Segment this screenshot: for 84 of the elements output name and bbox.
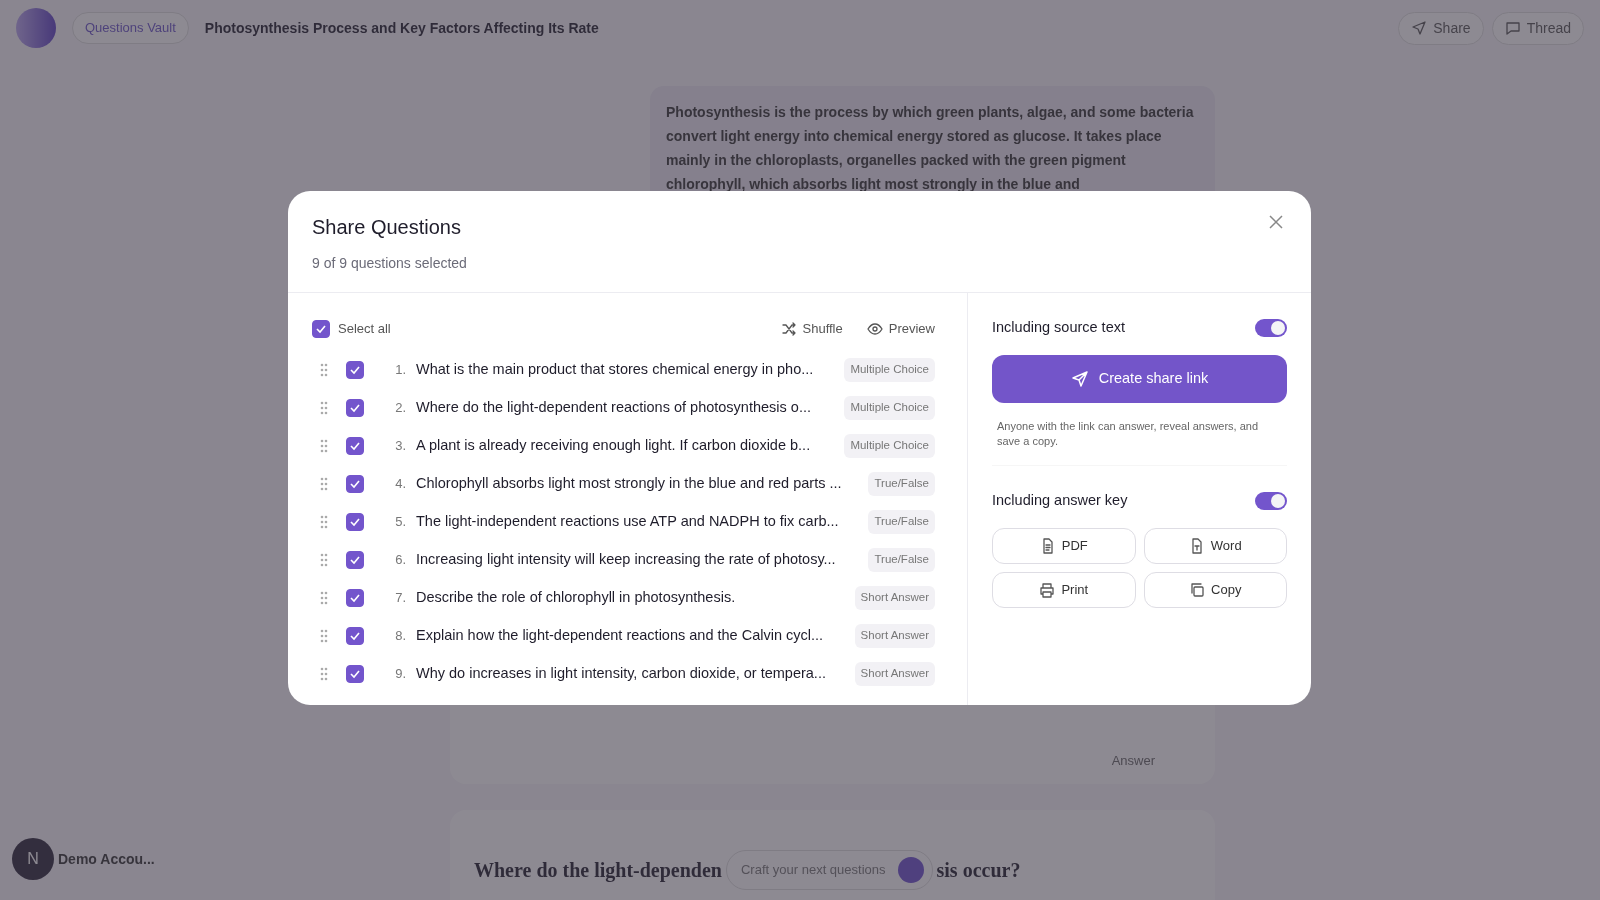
create-share-link-button[interactable]: Create share link <box>992 354 1287 403</box>
question-number: 2. <box>394 399 406 418</box>
checkmark-icon <box>315 323 327 335</box>
thread-button[interactable]: Thread <box>1491 11 1584 45</box>
select-all-label: Select all <box>338 320 391 339</box>
question-type-tag: True/False <box>868 548 935 572</box>
question-text: Explain how the light-dependent reactions and the Calvin cycl... <box>416 626 825 646</box>
print-button[interactable]: Print <box>992 571 1136 608</box>
option-label: Including source text <box>992 318 1125 337</box>
source-text-toggle[interactable] <box>1255 318 1287 337</box>
question-text: Chlorophyll absorbs light most strongly in the blue and red parts ... <box>416 474 843 494</box>
question-checkbox[interactable] <box>346 665 364 683</box>
question-type-tag: True/False <box>868 510 935 534</box>
shuffle-icon <box>780 321 797 337</box>
drag-handle-icon[interactable] <box>320 629 328 643</box>
drag-handle-icon[interactable] <box>320 439 328 453</box>
chat-icon <box>1504 20 1521 36</box>
question-text: What is the main product that stores chemical energy in pho... <box>416 360 815 380</box>
question-number: 3. <box>394 437 406 456</box>
preview-button[interactable]: Preview <box>866 319 935 339</box>
drag-handle-icon[interactable] <box>320 515 328 529</box>
question-number: 6. <box>394 551 406 570</box>
printer-icon <box>1039 581 1056 598</box>
drag-handle-icon[interactable] <box>320 401 328 415</box>
checkmark-icon <box>349 668 361 680</box>
share-note: Anyone with the link can answer, reveal answers, and save a copy. <box>996 418 1260 449</box>
question-number: 5. <box>394 513 406 532</box>
question-text: Where do the light-dependent reactions of photosynthesis o... <box>416 398 812 418</box>
app-logo[interactable] <box>16 8 56 48</box>
pdf-button[interactable]: PDF <box>992 527 1136 564</box>
copy-button[interactable]: Copy <box>1143 571 1287 608</box>
question-checkbox[interactable] <box>346 551 364 569</box>
checkmark-icon <box>349 440 361 452</box>
question-checkbox[interactable] <box>346 589 364 607</box>
question-number: 8. <box>394 627 406 646</box>
account-avatar[interactable]: N <box>12 838 54 880</box>
page-title: Photosynthesis Process and Key Factors Affecting Its Rate <box>204 18 599 38</box>
question-number: 4. <box>394 475 406 494</box>
question-type-tag: Short Answer <box>854 662 935 686</box>
question-text: A plant is already receiving enough light. If carbon dioxide b... <box>416 436 812 456</box>
checkmark-icon <box>349 630 361 642</box>
question-number: 9. <box>394 665 406 684</box>
checkmark-icon <box>349 516 361 528</box>
question-text: Why do increases in light intensity, carbon dioxide, or tempera... <box>416 664 827 684</box>
question-checkbox[interactable] <box>346 399 364 417</box>
drag-handle-icon[interactable] <box>320 553 328 567</box>
drag-handle-icon[interactable] <box>320 363 328 377</box>
option-label: Including answer key <box>992 490 1128 510</box>
eye-icon <box>866 321 883 337</box>
question-text: The light-independent reactions use ATP and NADPH to fix carb... <box>416 512 840 532</box>
question-checkbox[interactable] <box>346 513 364 531</box>
select-all-checkbox[interactable] <box>312 320 330 338</box>
drag-handle-icon[interactable] <box>320 667 328 681</box>
question-type-tag: Short Answer <box>854 624 935 648</box>
question-checkbox[interactable] <box>346 475 364 493</box>
question-number: 1. <box>394 361 406 380</box>
question-type-tag: Short Answer <box>854 586 935 610</box>
question-heading: Where do the light-dependen <box>474 858 722 884</box>
question-text: Increasing light intensity will keep increasing the rate of photosy... <box>416 550 837 570</box>
question-type-tag: Multiple Choice <box>844 396 935 420</box>
drag-handle-icon[interactable] <box>320 477 328 491</box>
checkmark-icon <box>349 402 361 414</box>
question-heading: sis occur? <box>936 858 1021 883</box>
account-name: Demo Accou... <box>58 849 155 869</box>
answer-key-toggle[interactable] <box>1255 491 1287 510</box>
word-button[interactable]: Word <box>1143 527 1287 564</box>
selection-count: 9 of 9 questions selected <box>312 254 468 273</box>
checkmark-icon <box>349 554 361 566</box>
question-number: 7. <box>394 589 406 608</box>
copy-icon <box>1189 581 1206 598</box>
question-type-tag: Multiple Choice <box>844 434 935 458</box>
question-type-tag: Multiple Choice <box>844 358 935 382</box>
dialog-title: Share Questions <box>312 215 461 239</box>
shuffle-button[interactable]: Shuffle <box>780 319 843 339</box>
share-button[interactable]: Share <box>1398 11 1484 45</box>
question-text: Describe the role of chlorophyll in photosynthesis. <box>416 588 737 608</box>
question-checkbox[interactable] <box>346 437 364 455</box>
question-type-tag: True/False <box>868 472 935 496</box>
checkmark-icon <box>349 364 361 376</box>
question-checkbox[interactable] <box>346 627 364 645</box>
checkmark-icon <box>349 478 361 490</box>
drag-handle-icon[interactable] <box>320 591 328 605</box>
question-checkbox[interactable] <box>346 361 364 379</box>
checkmark-icon <box>349 592 361 604</box>
